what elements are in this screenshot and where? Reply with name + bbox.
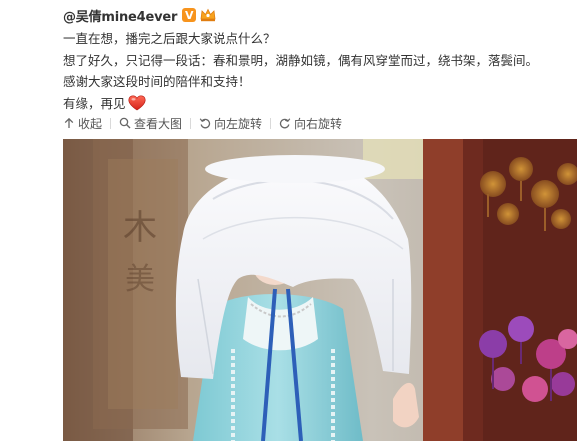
- rotate-right-label: 向右旋转: [294, 116, 343, 131]
- post-text-line: 有缘，再见: [63, 95, 126, 111]
- post-text-line: 想了好久，只记得一段话：春和景明，湖静如镜，偶有风穿堂而过，绕书架，落鬓间。: [63, 52, 539, 68]
- magnifier-icon: [119, 117, 131, 129]
- post-text-line-with-emoji: 有缘，再见: [63, 93, 538, 115]
- svg-text:美: 美: [125, 262, 155, 297]
- image-toolbar: 收起 查看大图 向左旋转 向右旋转: [63, 114, 342, 132]
- arrow-up-icon: [63, 117, 75, 129]
- rotate-right-button[interactable]: 向右旋转: [279, 115, 342, 132]
- post-text-line: 感谢大家这段时间的陪伴和支持！: [63, 74, 251, 89]
- weibo-post: @吴倩mine4ever V 一直在想，播完之后跟大家说点什么？ 想了好久，只记…: [0, 0, 577, 441]
- svg-text:木: 木: [123, 208, 157, 248]
- rotate-left-label: 向左旋转: [214, 116, 263, 131]
- heart-icon: [127, 95, 146, 111]
- toolbar-divider: [190, 117, 192, 129]
- member-badge-icon[interactable]: [200, 8, 216, 22]
- collapse-button[interactable]: 收起: [63, 115, 102, 132]
- post-photo[interactable]: 木 美: [63, 139, 577, 441]
- view-large-label: 查看大图: [134, 116, 183, 131]
- author-name-link[interactable]: @吴倩mine4ever: [63, 6, 177, 25]
- rotate-left-icon: [199, 117, 211, 129]
- post-content: 一直在想，播完之后跟大家说点什么？ 想了好久，只记得一段话：春和景明，湖静如镜，…: [63, 28, 538, 114]
- toolbar-divider: [270, 117, 272, 129]
- rotate-left-button[interactable]: 向左旋转: [199, 115, 262, 132]
- rotate-right-icon: [279, 117, 291, 129]
- collapse-label: 收起: [78, 116, 103, 131]
- author-row: @吴倩mine4ever V: [63, 6, 216, 25]
- toolbar-divider: [110, 117, 112, 129]
- verified-badge-icon[interactable]: V: [182, 8, 197, 22]
- post-text-line: 一直在想，播完之后跟大家说点什么？: [63, 31, 276, 46]
- view-large-button[interactable]: 查看大图: [119, 115, 182, 132]
